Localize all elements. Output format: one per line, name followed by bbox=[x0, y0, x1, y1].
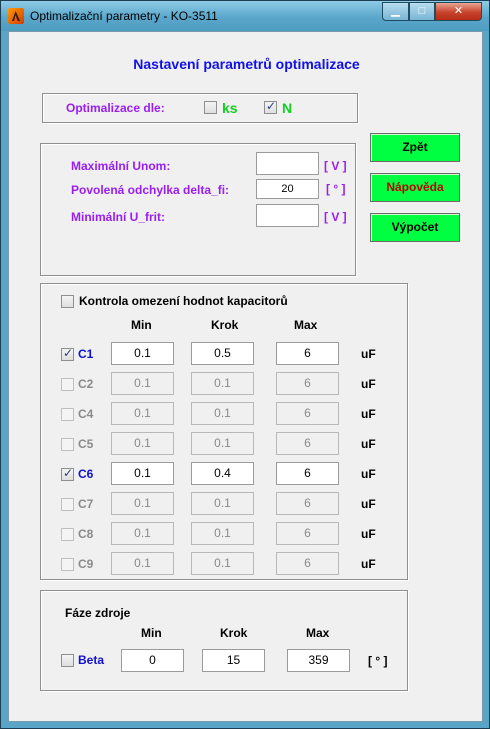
compute-button[interactable]: Výpočet bbox=[370, 213, 460, 242]
capacitor-max-header: Max bbox=[294, 318, 318, 332]
maximize-button[interactable]: □ bbox=[409, 2, 435, 21]
max-unom-input[interactable] bbox=[256, 152, 319, 175]
c4-step-input[interactable]: 0.1 bbox=[191, 402, 254, 425]
c1-checkbox[interactable] bbox=[61, 346, 74, 361]
c7-step-input[interactable]: 0.1 bbox=[191, 492, 254, 515]
optimization-label: Optimalizace dle: bbox=[66, 101, 165, 115]
c1-unit: uF bbox=[361, 347, 376, 361]
c1-max-input[interactable]: 6 bbox=[276, 342, 339, 365]
beta-max-input[interactable]: 359 bbox=[287, 649, 350, 672]
c7-max-input[interactable]: 6 bbox=[276, 492, 339, 515]
c6-label: C6 bbox=[78, 467, 94, 481]
c9-min-input[interactable]: 0.1 bbox=[111, 552, 174, 575]
c9-label: C9 bbox=[78, 557, 94, 571]
c5-step-input[interactable]: 0.1 bbox=[191, 432, 254, 455]
max-unom-label: Maximální Unom: bbox=[71, 159, 171, 173]
source-phase-panel: Fáze zdroje Min Krok Max Beta 0 15 359 [… bbox=[40, 590, 408, 691]
c9-checkbox[interactable] bbox=[61, 558, 74, 571]
c8-checkbox[interactable] bbox=[61, 528, 74, 541]
c4-unit: uF bbox=[361, 407, 376, 421]
beta-label: Beta bbox=[78, 653, 105, 667]
beta-checkbox[interactable] bbox=[61, 654, 74, 667]
dialog-body: Nastavení parametrů optimalizace Optimal… bbox=[8, 31, 483, 722]
c5-checkbox[interactable] bbox=[61, 438, 74, 451]
c4-checkbox[interactable] bbox=[61, 408, 74, 421]
ks-label: ks bbox=[222, 100, 238, 116]
minimize-button[interactable]: ▁ bbox=[382, 2, 409, 21]
delta-fi-label: Povolená odchylka delta_fi: bbox=[71, 183, 230, 197]
c7-unit: uF bbox=[361, 497, 376, 511]
capacitor-limits-panel: Kontrola omezení hodnot kapacitorů Min K… bbox=[40, 283, 408, 580]
c2-label: C2 bbox=[78, 377, 94, 391]
c7-checkbox[interactable] bbox=[61, 498, 74, 511]
capacitor-limits-checkbox[interactable] bbox=[61, 295, 74, 308]
c5-min-input[interactable]: 0.1 bbox=[111, 432, 174, 455]
c8-step-input[interactable]: 0.1 bbox=[191, 522, 254, 545]
c1-label: C1 bbox=[78, 347, 94, 361]
c7-min-input[interactable]: 0.1 bbox=[111, 492, 174, 515]
matlab-app-icon bbox=[8, 8, 24, 24]
window-title: Optimalizační parametry - KO-3511 bbox=[30, 9, 218, 23]
help-button[interactable]: Nápověda bbox=[370, 173, 460, 202]
c8-min-input[interactable]: 0.1 bbox=[111, 522, 174, 545]
phase-step-header: Krok bbox=[220, 626, 248, 640]
source-phase-title: Fáze zdroje bbox=[65, 606, 131, 620]
back-button[interactable]: Zpět bbox=[370, 133, 460, 162]
ks-checkbox[interactable] bbox=[204, 101, 217, 114]
beta-step-input[interactable]: 15 bbox=[202, 649, 265, 672]
c6-max-input[interactable]: 6 bbox=[276, 462, 339, 485]
min-ufrit-unit: [ V ] bbox=[324, 210, 347, 224]
beta-unit: [ ° ] bbox=[368, 654, 388, 668]
phase-max-header: Max bbox=[306, 626, 330, 640]
min-ufrit-label: Minimální U_frit: bbox=[71, 210, 166, 224]
c1-step-input[interactable]: 0.5 bbox=[191, 342, 254, 365]
max-unom-unit: [ V ] bbox=[324, 159, 347, 173]
n-label: N bbox=[282, 100, 293, 116]
c8-unit: uF bbox=[361, 527, 376, 541]
c5-unit: uF bbox=[361, 437, 376, 451]
capacitor-min-header: Min bbox=[131, 318, 152, 332]
phase-min-header: Min bbox=[141, 626, 162, 640]
c8-max-input[interactable]: 6 bbox=[276, 522, 339, 545]
close-button[interactable]: ✕ bbox=[435, 2, 482, 21]
optimization-panel: Optimalizace dle: ks N bbox=[42, 93, 358, 123]
c4-label: C4 bbox=[78, 407, 94, 421]
c4-min-input[interactable]: 0.1 bbox=[111, 402, 174, 425]
c6-step-input[interactable]: 0.4 bbox=[191, 462, 254, 485]
c5-max-input[interactable]: 6 bbox=[276, 432, 339, 455]
c8-label: C8 bbox=[78, 527, 94, 541]
c2-min-input[interactable]: 0.1 bbox=[111, 372, 174, 395]
app-window: Optimalizační parametry - KO-3511 ▁ □ ✕ … bbox=[0, 0, 490, 729]
c9-max-input[interactable]: 6 bbox=[276, 552, 339, 575]
c7-label: C7 bbox=[78, 497, 94, 511]
delta-fi-input[interactable]: 20 bbox=[256, 179, 319, 199]
c6-checkbox[interactable] bbox=[61, 466, 74, 481]
c2-max-input[interactable]: 6 bbox=[276, 372, 339, 395]
capacitor-step-header: Krok bbox=[211, 318, 239, 332]
min-ufrit-input[interactable] bbox=[256, 204, 319, 227]
c2-unit: uF bbox=[361, 377, 376, 391]
n-checkbox[interactable] bbox=[264, 99, 277, 114]
c5-label: C5 bbox=[78, 437, 94, 451]
c2-step-input[interactable]: 0.1 bbox=[191, 372, 254, 395]
page-title: Nastavení parametrů optimalizace bbox=[133, 56, 360, 72]
title-bar[interactable]: Optimalizační parametry - KO-3511 ▁ □ ✕ bbox=[1, 1, 489, 31]
capacitor-limits-title: Kontrola omezení hodnot kapacitorů bbox=[79, 294, 288, 308]
delta-fi-unit: [ ° ] bbox=[326, 182, 346, 196]
c6-min-input[interactable]: 0.1 bbox=[111, 462, 174, 485]
c9-unit: uF bbox=[361, 557, 376, 571]
c2-checkbox[interactable] bbox=[61, 378, 74, 391]
c1-min-input[interactable]: 0.1 bbox=[111, 342, 174, 365]
voltage-params-panel: Maximální Unom: [ V ] Povolená odchylka … bbox=[40, 143, 356, 276]
beta-min-input[interactable]: 0 bbox=[121, 649, 184, 672]
c4-max-input[interactable]: 6 bbox=[276, 402, 339, 425]
c9-step-input[interactable]: 0.1 bbox=[191, 552, 254, 575]
c6-unit: uF bbox=[361, 467, 376, 481]
